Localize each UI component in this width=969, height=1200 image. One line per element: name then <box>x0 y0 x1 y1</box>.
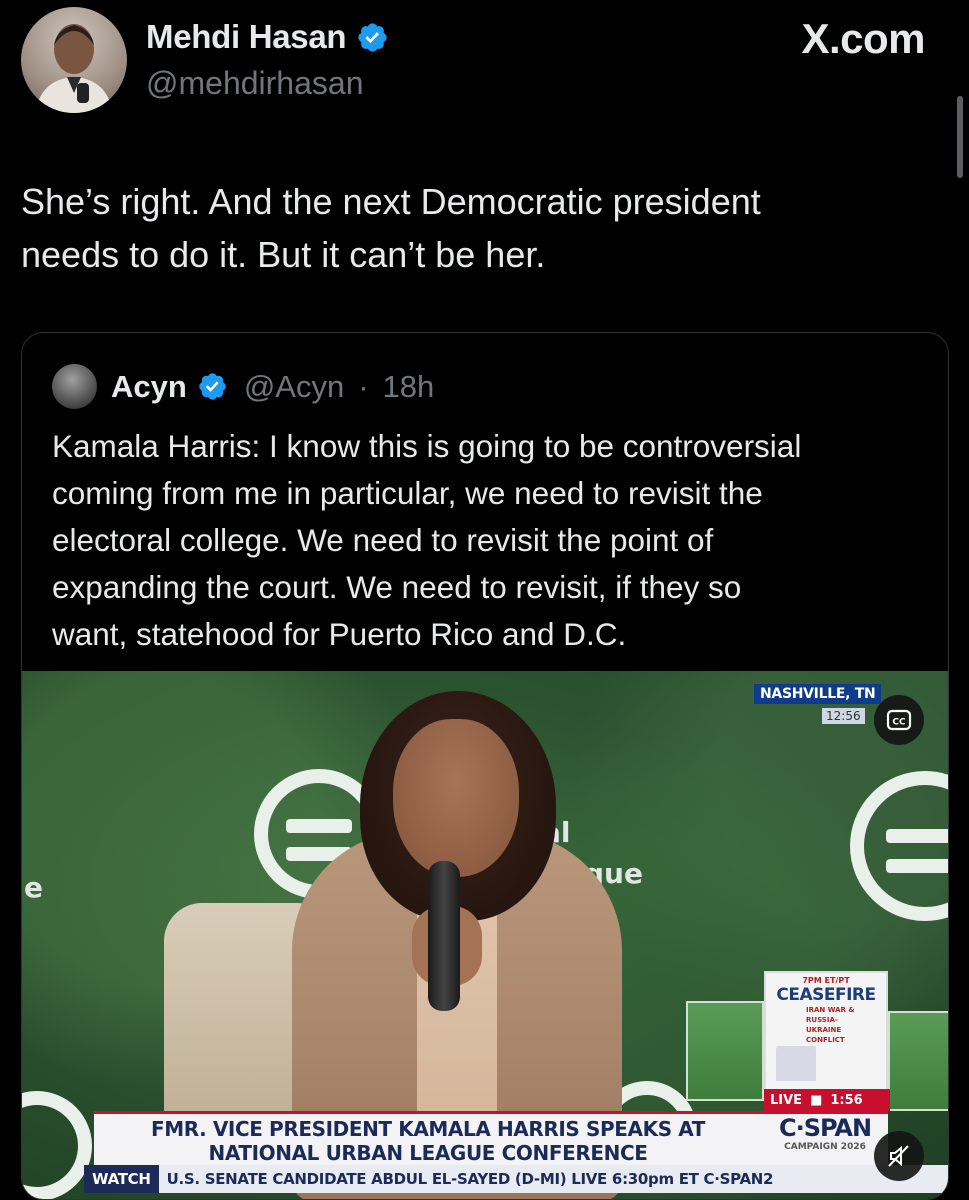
promo-card <box>888 1011 948 1111</box>
backdrop-text: e <box>24 871 43 904</box>
promo-card <box>686 1001 764 1101</box>
author-avatar[interactable] <box>21 7 127 113</box>
closed-captions-button[interactable]: CC <box>874 695 924 745</box>
mute-button[interactable] <box>874 1131 924 1181</box>
tweet-line: She’s right. And the next Democratic pre… <box>21 181 761 222</box>
quote-line: electoral college. We need to revisit th… <box>52 522 714 558</box>
location-tag: NASHVILLE, TN <box>754 684 882 704</box>
brand-watermark: X.com <box>801 15 925 62</box>
quote-line: coming from me in particular, we need to… <box>52 475 763 511</box>
live-dot: ■ <box>810 1092 823 1108</box>
network-subtitle: CAMPAIGN 2026 <box>784 1142 866 1152</box>
video-player[interactable]: al gue e NASHVILLE, TN 12:56 CC 7PM ET/P… <box>22 671 948 1199</box>
promo-subtitle: IRAN WAR & RUSSIA- UKRAINE CONFLICT <box>806 1005 886 1045</box>
quote-line: want, statehood for Puerto Rico and D.C. <box>52 616 627 652</box>
mute-icon <box>888 1145 909 1167</box>
ceasefire-promo: 7PM ET/PT CEASEFIRE IRAN WAR & RUSSIA- U… <box>764 971 888 1101</box>
headline-line: FMR. VICE PRESIDENT KAMALA HARRIS SPEAKS… <box>150 1117 706 1141</box>
quote-timestamp[interactable]: 18h <box>383 369 435 405</box>
quote-line: expanding the court. We need to revisit,… <box>52 569 742 605</box>
capitol-icon <box>776 1031 816 1081</box>
closed-captions-icon: CC <box>886 709 912 731</box>
quote-tweet-card[interactable]: Acyn @Acyn · 18h Kamala Harris: I know t… <box>21 332 949 1200</box>
quote-header: Acyn @Acyn · 18h <box>52 364 434 409</box>
live-label: LIVE <box>770 1092 803 1108</box>
quote-author-name[interactable]: Acyn <box>111 369 187 405</box>
network-logo: C·SPAN CAMPAIGN 2026 <box>762 1111 888 1165</box>
scrollbar[interactable] <box>957 96 963 178</box>
microphone <box>428 861 460 1011</box>
promo-subtitle-line: UKRAINE <box>806 1026 842 1034</box>
promo-subtitle-line: IRAN WAR & <box>806 1006 855 1014</box>
headline-banner: FMR. VICE PRESIDENT KAMALA HARRIS SPEAKS… <box>94 1111 762 1165</box>
promo-time: 7PM ET/PT <box>802 976 850 985</box>
quote-line: Kamala Harris: I know this is going to b… <box>52 428 802 464</box>
ticker-label: WATCH <box>84 1165 159 1193</box>
quote-separator: · <box>358 368 369 404</box>
quote-avatar[interactable] <box>52 364 97 409</box>
location-time: 12:56 <box>822 708 865 724</box>
author-handle[interactable]: @mehdirhasan <box>146 65 363 102</box>
live-time: 1:56 <box>830 1092 863 1108</box>
live-indicator: LIVE ■ 1:56 <box>764 1089 890 1111</box>
verified-badge-icon <box>197 371 228 402</box>
verified-badge-icon <box>356 21 389 54</box>
news-ticker: WATCH U.S. SENATE CANDIDATE ABDUL EL-SAY… <box>84 1165 948 1193</box>
promo-subtitle-line: CONFLICT <box>806 1036 845 1044</box>
author-name-text[interactable]: Mehdi Hasan <box>146 18 347 56</box>
promo-title: CEASEFIRE <box>776 985 876 1005</box>
logo-bar <box>885 859 948 873</box>
speaker-face <box>393 719 519 877</box>
author-name[interactable]: Mehdi Hasan <box>146 18 389 56</box>
svg-text:CC: CC <box>892 718 906 728</box>
quote-author-handle[interactable]: @Acyn <box>244 369 344 405</box>
tweet-text: She’s right. And the next Democratic pre… <box>21 175 921 281</box>
tweet-line: needs to do it. But it can’t be her. <box>21 234 546 275</box>
logo-bar <box>885 829 948 843</box>
quote-text: Kamala Harris: I know this is going to b… <box>52 423 932 658</box>
network-name: C·SPAN <box>778 1114 872 1142</box>
ticker-text: U.S. SENATE CANDIDATE ABDUL EL-SAYED (D-… <box>166 1170 774 1188</box>
promo-subtitle-line: RUSSIA- <box>806 1016 838 1024</box>
headline-line: NATIONAL URBAN LEAGUE CONFERENCE <box>208 1141 648 1165</box>
logo-bar <box>286 819 352 833</box>
